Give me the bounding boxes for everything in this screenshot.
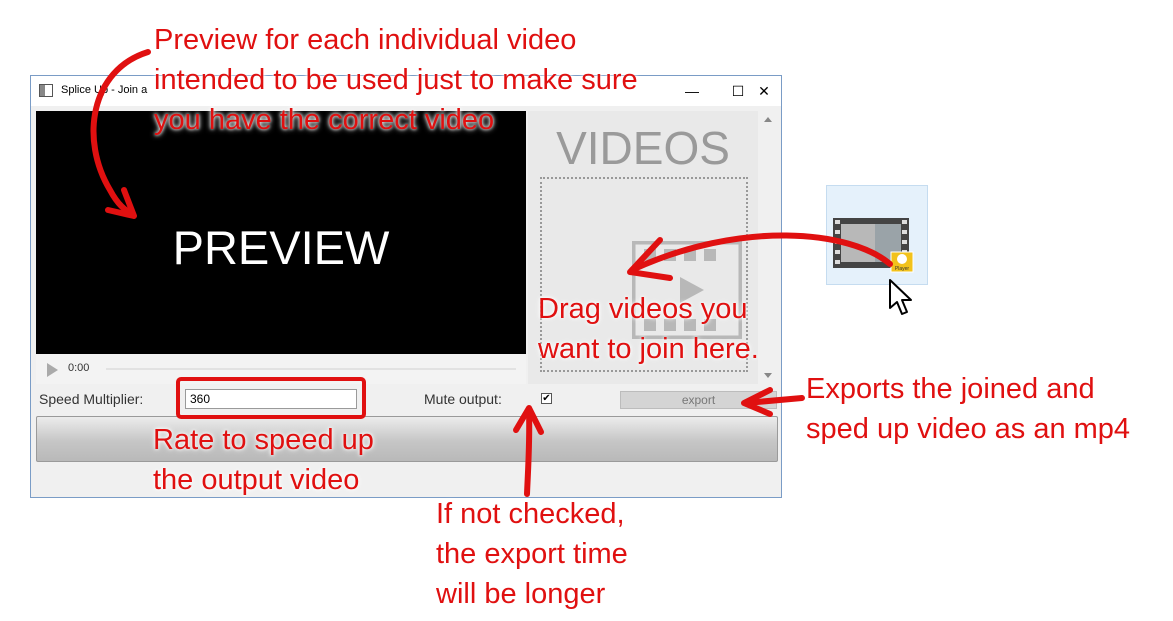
export-annotation-line: sped up video as an mp4 xyxy=(806,413,1131,445)
speed-input-highlight xyxy=(176,377,366,419)
mute-annotation-line: If not checked, xyxy=(436,498,625,530)
mute-annotation-line: will be longer xyxy=(436,578,606,610)
drag-annotation-line: want to join here. xyxy=(538,333,759,365)
preview-annotation-line: intended to be used just to make sure xyxy=(154,64,638,96)
preview-annotation-line: Preview for each individual video xyxy=(154,24,577,56)
export-annotation: Exports the joined and sped up video as … xyxy=(806,369,1130,449)
export-annotation-line: Exports the joined and xyxy=(806,373,1095,405)
drag-annotation-line: Drag videos you xyxy=(538,293,748,325)
speed-annotation-line: the output video xyxy=(153,464,360,496)
preview-annotation-line: you have the correct video xyxy=(154,104,495,136)
speed-annotation-line: Rate to speed up xyxy=(153,424,374,456)
speed-annotation: Rate to speed up the output video xyxy=(153,420,374,500)
mute-annotation: If not checked, the export time will be … xyxy=(436,494,628,614)
preview-annotation: Preview for each individual video intend… xyxy=(154,20,638,140)
mute-annotation-line: the export time xyxy=(436,538,628,570)
drag-annotation: Drag videos you want to join here. xyxy=(538,289,759,369)
